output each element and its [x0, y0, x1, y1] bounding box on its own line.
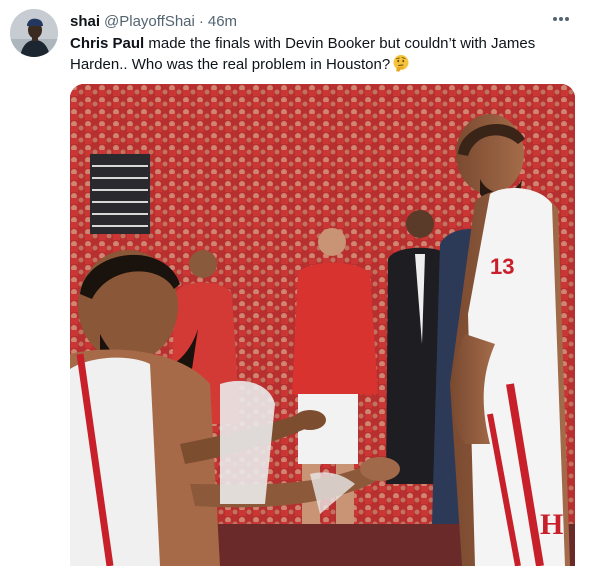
thinking-face-emoji-icon — [393, 55, 409, 72]
tweet-text-bold: Chris Paul — [70, 35, 145, 52]
more-options-button[interactable] — [548, 9, 574, 29]
tweet-text: Chris Paul made the finals with Devin Bo… — [70, 33, 570, 75]
avatar[interactable] — [10, 9, 58, 57]
display-name[interactable]: shai — [70, 13, 100, 30]
tweet-photo[interactable]: 13 H — [70, 84, 575, 566]
more-horizontal-icon — [553, 17, 569, 21]
jersey-number: 13 — [490, 254, 514, 279]
user-handle[interactable]: @PlayoffShai — [104, 13, 195, 30]
tweet-header: shai @PlayoffShai · 46m — [70, 11, 237, 31]
basketball-photo: 13 H — [70, 84, 575, 566]
timestamp[interactable]: 46m — [208, 13, 237, 30]
team-logo: H — [540, 508, 563, 541]
separator-dot: · — [198, 12, 204, 30]
tweet[interactable]: shai @PlayoffShai · 46m Chris Paul made … — [0, 0, 592, 566]
avatar-image — [10, 9, 58, 57]
